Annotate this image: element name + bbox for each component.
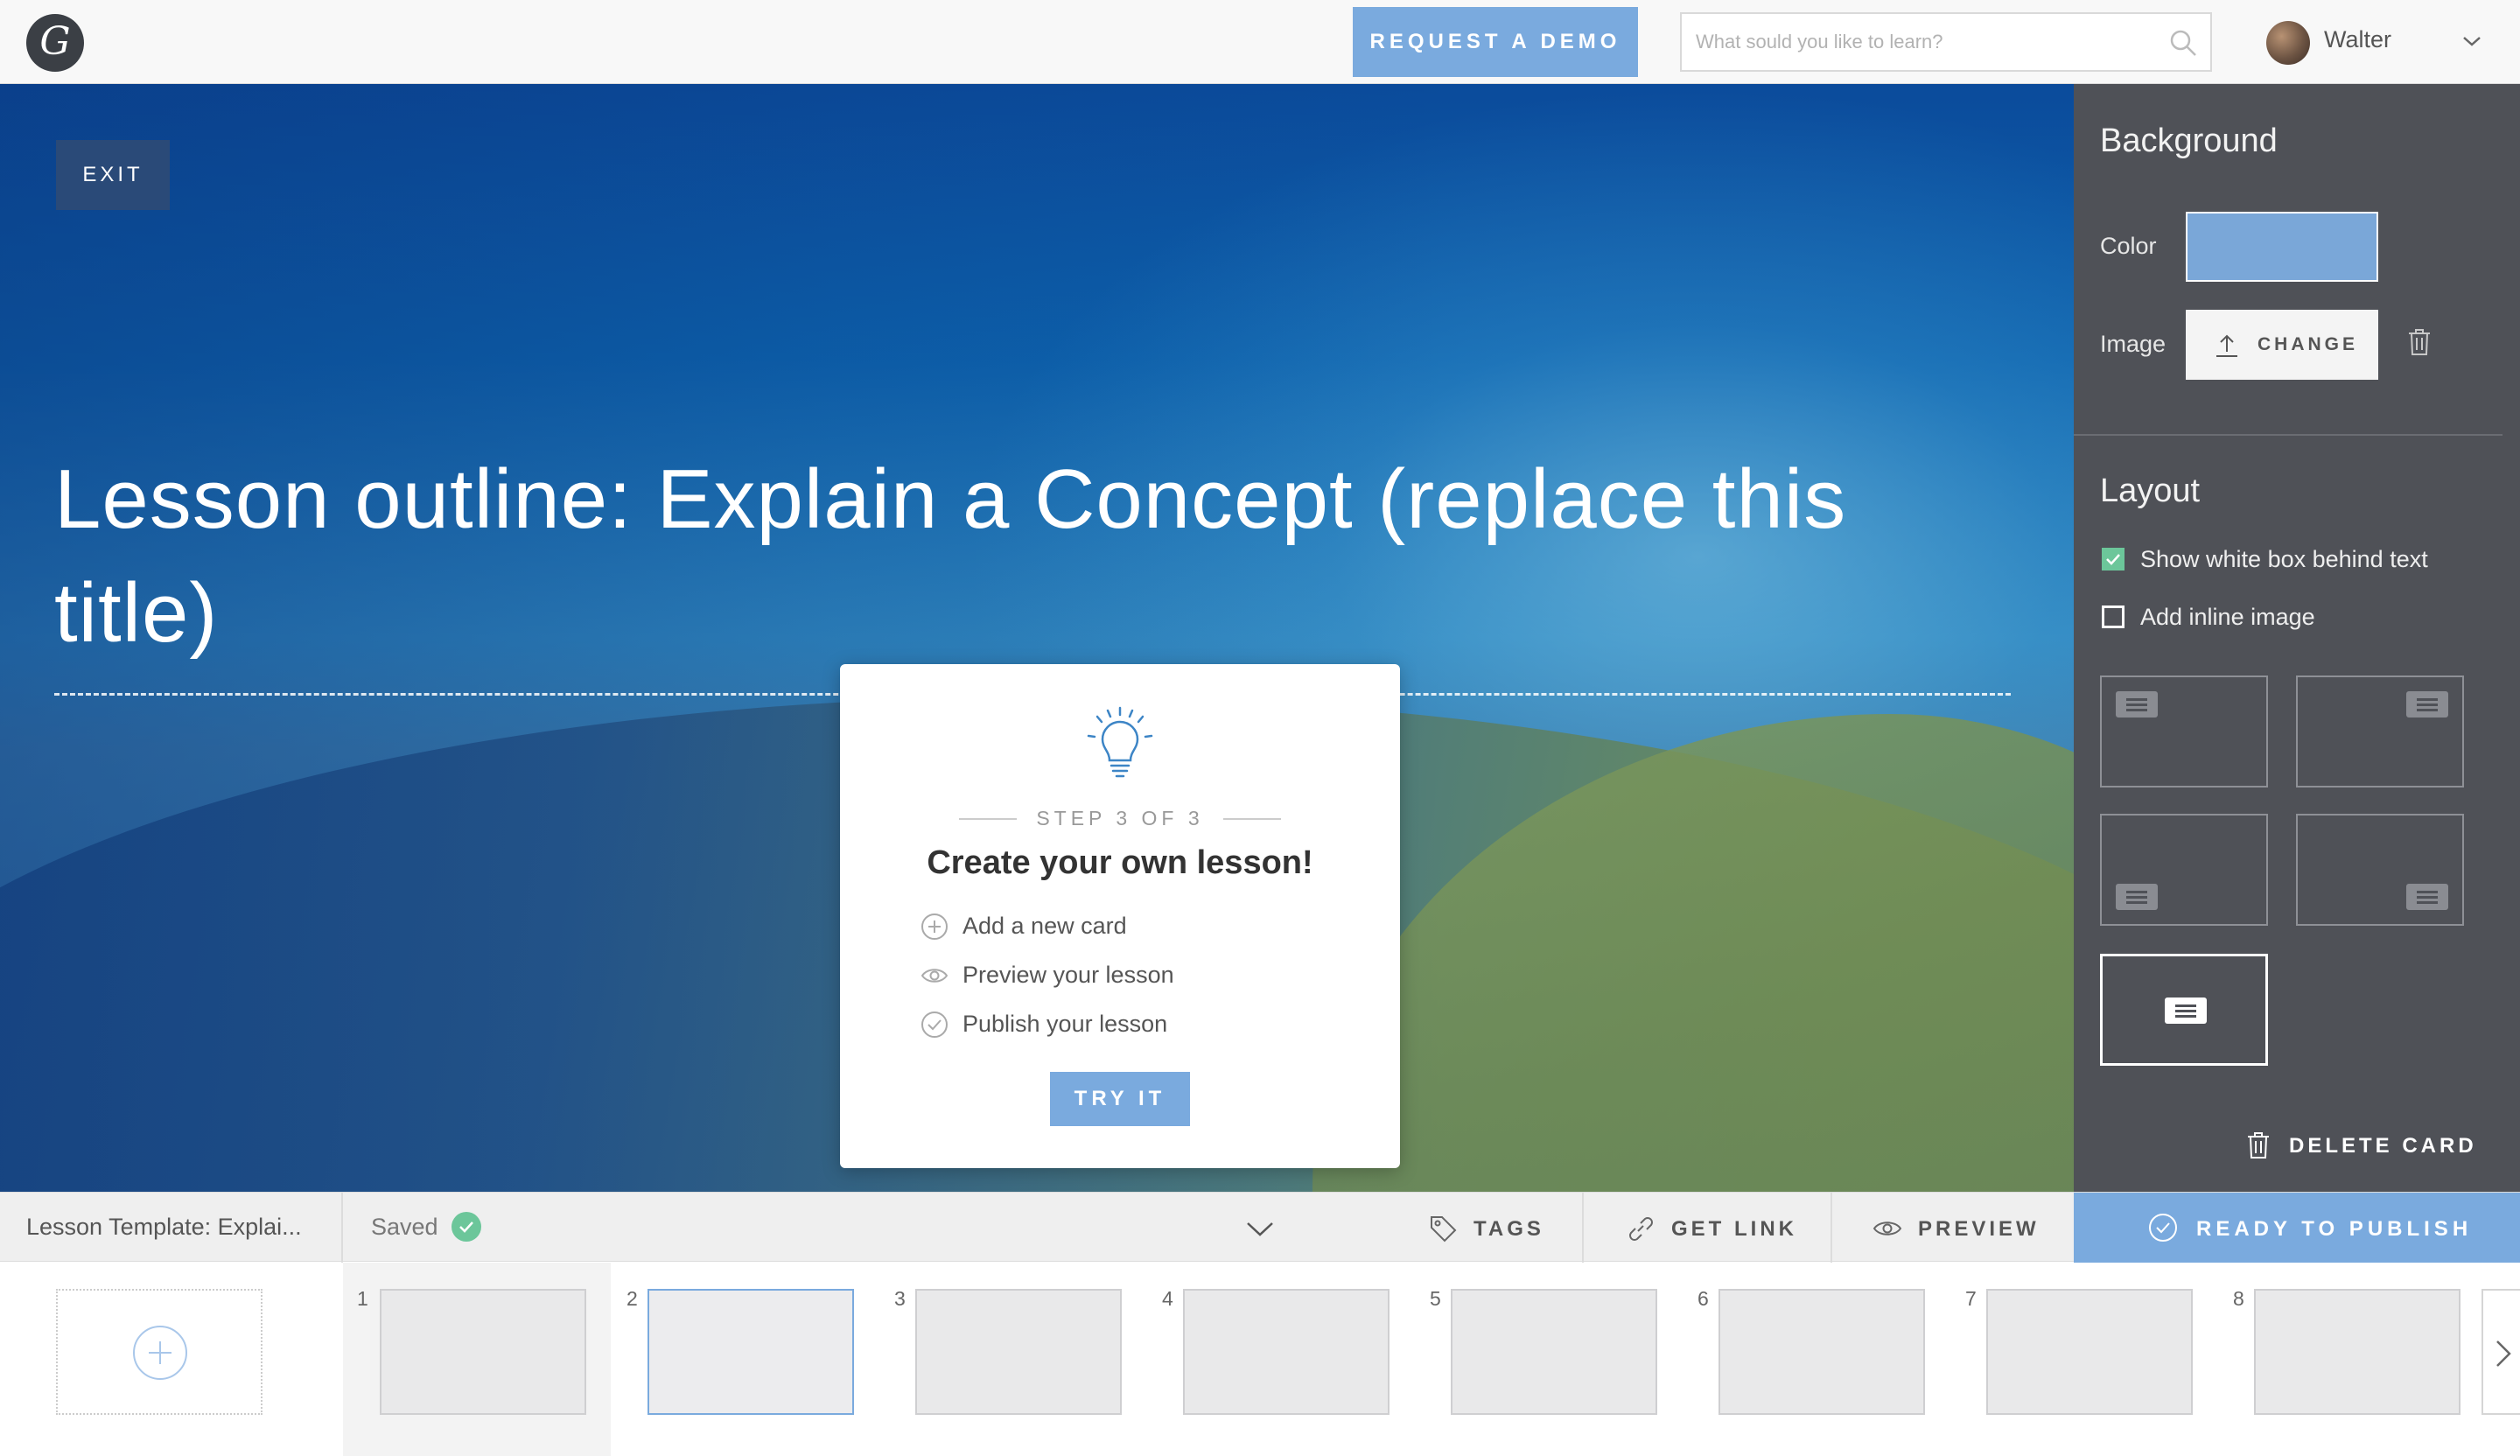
checkbox-checked[interactable] (2102, 548, 2124, 570)
preview-label: PREVIEW (1918, 1217, 2040, 1241)
background-section-title: Background (2100, 122, 2278, 159)
trash-icon (2248, 1132, 2269, 1158)
layout-top-right[interactable] (2296, 676, 2464, 788)
chevron-down-icon[interactable] (1242, 1215, 1278, 1242)
checkmark-icon (2106, 554, 2120, 565)
filmstrip-next-button[interactable] (2482, 1289, 2520, 1415)
delete-card-label: DELETE CARD (2289, 1134, 2477, 1158)
logo[interactable]: G (26, 14, 84, 72)
text-align-icon (2165, 998, 2207, 1024)
layout-bottom-right[interactable] (2296, 814, 2464, 926)
search-icon[interactable] (2168, 28, 2198, 58)
upload-icon (2216, 334, 2237, 357)
layout-bottom-left[interactable] (2100, 814, 2268, 926)
toolbar-separator (341, 1193, 343, 1263)
top-bar: G REQUEST A DEMO Walter (0, 0, 2520, 84)
lesson-toolbar: Lesson Template: Explai... Saved TAGS GE… (0, 1192, 2520, 1263)
search-input[interactable] (1696, 14, 2151, 70)
eye-icon (1872, 1222, 1902, 1236)
tour-item-label: Add a new card (962, 913, 1127, 939)
card-title[interactable]: Lesson outline: Explain a Concept (repla… (54, 443, 1979, 670)
plus-circle-icon (133, 1326, 187, 1380)
add-inline-image-option[interactable]: Add inline image (2102, 598, 2504, 634)
card-number: 4 (1162, 1287, 1173, 1310)
toolbar-separator (1582, 1193, 1584, 1263)
trash-icon[interactable] (2406, 327, 2432, 357)
card-thumbnail[interactable] (2254, 1289, 2460, 1415)
card-thumbnail[interactable] (1451, 1289, 1657, 1415)
show-white-box-option[interactable]: Show white box behind text (2102, 541, 2504, 576)
card-number: 3 (894, 1287, 906, 1310)
tour-heading: Create your own lesson! (927, 844, 1313, 881)
layout-center[interactable] (2100, 954, 2268, 1066)
add-card-button[interactable] (56, 1289, 262, 1415)
change-label: CHANGE (2258, 334, 2359, 354)
change-image-button[interactable]: CHANGE (2186, 310, 2378, 380)
chevron-down-icon[interactable] (2460, 32, 2483, 51)
delete-card-button[interactable]: DELETE CARD (2245, 1129, 2508, 1164)
option-label: Show white box behind text (2140, 546, 2428, 572)
checkmark-icon (459, 1222, 473, 1233)
eye-icon (920, 969, 948, 983)
card-number: 1 (357, 1287, 368, 1310)
text-align-icon (2116, 884, 2158, 910)
card-thumbnail-active[interactable] (648, 1289, 854, 1415)
search-box (1680, 12, 2212, 72)
try-it-button[interactable]: TRY IT (1050, 1072, 1190, 1126)
request-demo-button[interactable]: REQUEST A DEMO (1353, 7, 1638, 77)
saved-check-icon (452, 1212, 481, 1242)
card-thumbnail[interactable] (915, 1289, 1122, 1415)
get-link-label: GET LINK (1671, 1217, 1797, 1241)
image-label: Image (2100, 331, 2166, 357)
text-align-icon (2406, 884, 2448, 910)
avatar[interactable] (2266, 21, 2310, 65)
card-filmstrip: 1 2 3 4 5 6 7 8 (0, 1263, 2520, 1456)
color-label: Color (2100, 233, 2157, 259)
check-circle-icon (2149, 1214, 2177, 1242)
publish-label: READY TO PUBLISH (2196, 1217, 2473, 1241)
chevron-right-icon (2496, 1340, 2511, 1367)
card-number: 7 (1965, 1287, 1977, 1310)
exit-button[interactable]: EXIT (56, 140, 170, 210)
check-circle-icon (921, 1012, 948, 1038)
text-align-icon (2116, 691, 2158, 718)
layout-section-title: Layout (2100, 472, 2201, 509)
tag-icon (1431, 1216, 1457, 1242)
get-link-button[interactable]: GET LINK (1626, 1193, 1836, 1263)
lesson-name[interactable]: Lesson Template: Explai... (26, 1214, 302, 1241)
username[interactable]: Walter (2324, 26, 2391, 53)
checkbox-unchecked[interactable] (2102, 606, 2124, 628)
text-align-icon (2406, 691, 2448, 718)
color-swatch[interactable] (2186, 212, 2378, 282)
tour-item-label: Preview your lesson (962, 962, 1174, 988)
card-thumbnail[interactable] (1718, 1289, 1925, 1415)
layout-top-left[interactable] (2100, 676, 2268, 788)
card-number: 8 (2233, 1287, 2244, 1310)
preview-button[interactable]: PREVIEW (1872, 1193, 2065, 1263)
onboarding-popover: STEP 3 OF 3 Create your own lesson! Add … (840, 664, 1400, 1168)
panel-divider (2074, 434, 2502, 436)
card-thumbnail[interactable] (380, 1289, 586, 1415)
tags-label: TAGS (1474, 1217, 1544, 1241)
toolbar-separator (1830, 1193, 1832, 1263)
save-status: Saved (371, 1214, 438, 1240)
link-icon (1629, 1217, 1653, 1241)
tags-button[interactable]: TAGS (1428, 1193, 1568, 1263)
card-number: 6 (1698, 1287, 1709, 1310)
tour-item-label: Publish your lesson (962, 1011, 1168, 1037)
step-indicator: STEP 3 OF 3 (1036, 807, 1204, 830)
tour-item-publish: Publish your lesson (920, 1007, 1323, 1042)
tour-item-add-card: Add a new card (920, 909, 1323, 944)
card-thumbnail[interactable] (1183, 1289, 1390, 1415)
card-number: 5 (1430, 1287, 1441, 1310)
ready-to-publish-button[interactable]: READY TO PUBLISH (2074, 1193, 2520, 1263)
option-label: Add inline image (2140, 604, 2315, 630)
tour-item-preview: Preview your lesson (920, 958, 1323, 993)
plus-circle-icon (921, 914, 948, 940)
card-thumbnail[interactable] (1986, 1289, 2193, 1415)
settings-panel: Background Color Image CHANGE Layout Sho… (2074, 84, 2520, 1192)
lightbulb-icon (1087, 706, 1153, 778)
card-number: 2 (626, 1287, 638, 1310)
